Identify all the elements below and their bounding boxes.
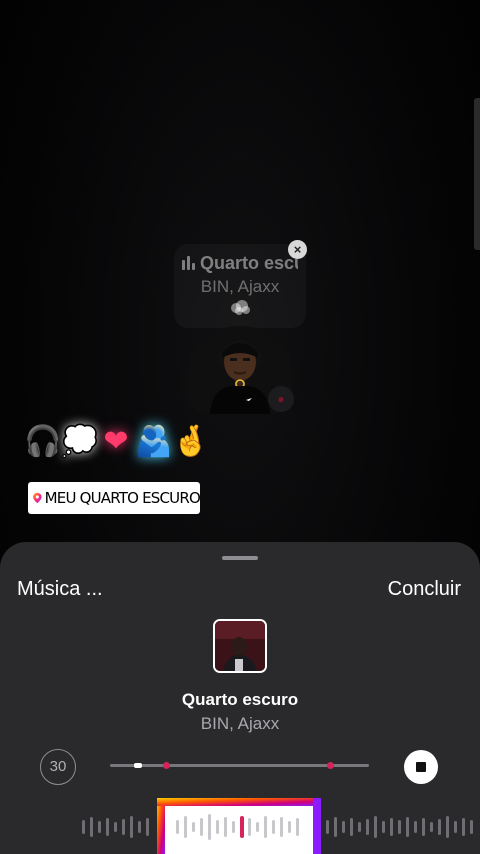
hug-emoji: 🫂 [135, 425, 173, 458]
clip-position-timeline[interactable] [110, 762, 369, 769]
thought-bubble-emoji: 💭 [61, 425, 99, 458]
thought-bubble-icon [231, 300, 250, 315]
timeline-marker [163, 762, 170, 769]
clip-duration-button[interactable]: 30 [40, 749, 76, 785]
story-editor-screen: Quarto escuro BIN, Ajaxx × ● 🎧 💭 ❤ 🫂 🤞 [0, 0, 480, 854]
edge-panel-handle[interactable] [474, 98, 480, 250]
timeline-selected-segment [134, 763, 142, 768]
music-sticker-artist: BIN, Ajaxx [200, 277, 280, 296]
selection-left-edge[interactable] [157, 798, 165, 854]
timeline-marker [327, 762, 334, 769]
song-artist: BIN, Ajaxx [200, 714, 280, 733]
album-cover-image [215, 621, 265, 671]
equalizer-icon [182, 256, 195, 270]
selection-top-edge [157, 798, 321, 806]
song-title: Quarto escuro [181, 690, 299, 709]
location-label: MEU QUARTO ESCURO [44, 489, 201, 507]
stop-button[interactable] [404, 750, 438, 784]
heart-emoji: ❤ [103, 425, 129, 458]
location-sticker[interactable]: MEU QUARTO ESCURO [28, 482, 201, 514]
avatar-badge-icon: ● [268, 386, 294, 412]
sticker-close-button[interactable]: × [288, 240, 307, 259]
audio-waveform-scrubber[interactable] [0, 798, 480, 854]
done-button[interactable]: Concluir [388, 578, 461, 601]
music-sticker-title: Quarto escuro [200, 252, 298, 273]
music-bottom-sheet: Música ... Concluir Quarto escuro BIN, A… [0, 542, 480, 854]
map-pin-icon [33, 492, 42, 504]
playhead[interactable] [240, 816, 244, 838]
emoji-sticker-row[interactable]: 🎧 💭 ❤ 🫂 🤞 [24, 422, 210, 462]
album-art [213, 619, 267, 673]
stop-icon [416, 762, 426, 772]
crossed-fingers-emoji: 🤞 [172, 425, 210, 458]
headphones-emoji: 🎧 [24, 425, 62, 458]
sheet-title: Música ... [17, 578, 103, 600]
sheet-grabber[interactable] [222, 556, 258, 560]
music-sticker-title-row: Quarto escuro [182, 252, 298, 274]
selection-right-edge[interactable] [313, 798, 321, 854]
